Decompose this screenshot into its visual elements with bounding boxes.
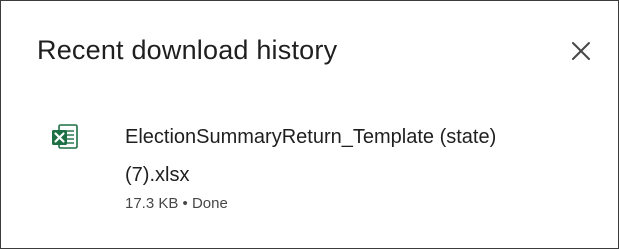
panel-title: Recent download history: [37, 35, 338, 65]
close-icon: [572, 42, 590, 60]
close-button[interactable]: [561, 31, 601, 71]
download-item[interactable]: ElectionSummaryReturn_Template (state) (…: [37, 113, 597, 223]
download-history-panel: Recent download history ElectionSummaryR…: [0, 0, 619, 249]
download-status: 17.3 KB • Done: [125, 195, 228, 212]
download-file-name[interactable]: ElectionSummaryReturn_Template (state) (…: [125, 118, 565, 194]
excel-file-icon: [52, 124, 78, 149]
